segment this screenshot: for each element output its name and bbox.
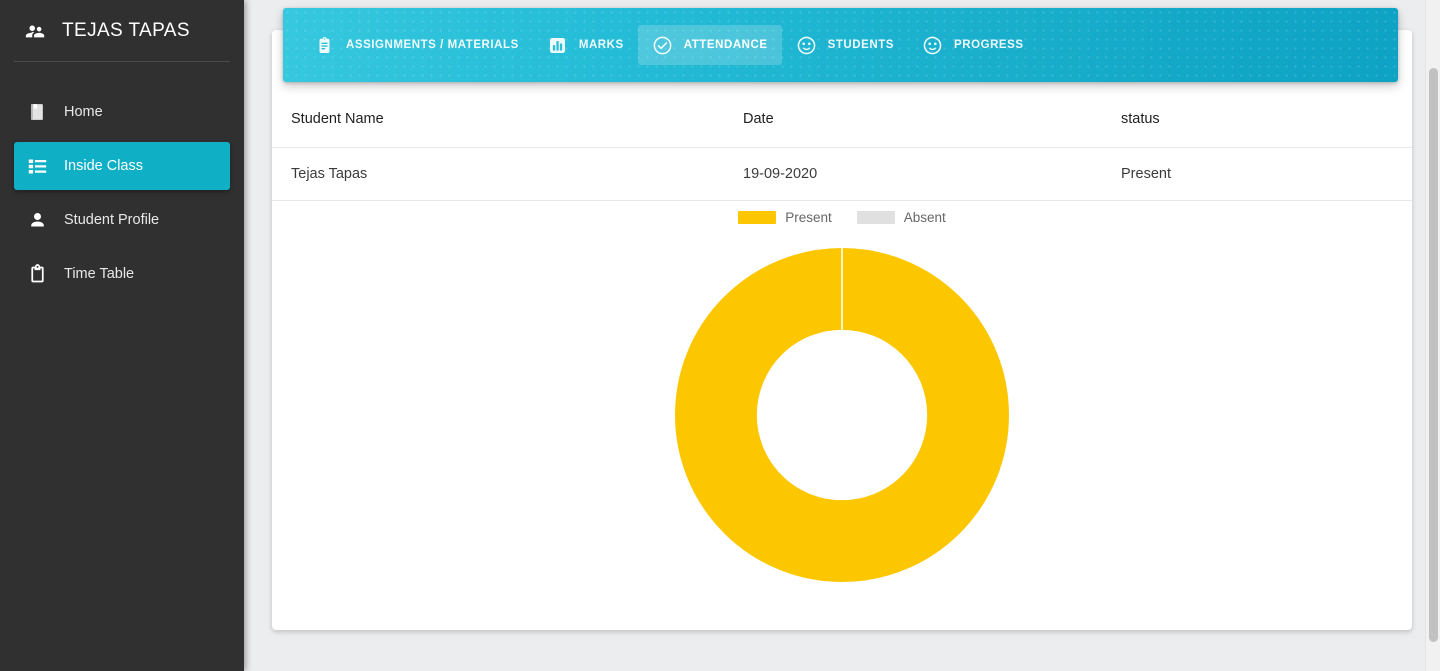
attendance-table: Student Name Date status Tejas Tapas 19-…	[272, 90, 1412, 201]
sidebar-item-home[interactable]: Home	[14, 88, 230, 136]
sidebar: TEJAS TAPAS Home Inside Class Student Pr…	[0, 0, 244, 671]
sidebar-item-label: Home	[64, 104, 103, 120]
column-header-date: Date	[743, 110, 774, 127]
page-scrollbar[interactable]	[1425, 0, 1440, 671]
sidebar-item-label: Time Table	[64, 266, 135, 282]
section-tabs: ASSIGNMENTS / MATERIALS MARKS ATTENDANCE…	[283, 8, 1398, 82]
column-header-student-name: Student Name	[291, 110, 384, 127]
tab-students[interactable]: STUDENTS	[782, 25, 908, 65]
bookmark-icon	[26, 101, 48, 123]
scrollbar-thumb[interactable]	[1429, 68, 1438, 642]
face-icon	[796, 35, 817, 56]
tab-attendance[interactable]: ATTENDANCE	[637, 25, 782, 65]
cell-status: Present	[1121, 166, 1171, 182]
list-icon	[26, 155, 48, 177]
legend-label-absent: Absent	[903, 209, 946, 225]
legend-label-present: Present	[785, 209, 832, 225]
tab-label: ASSIGNMENTS / MATERIALS	[346, 39, 519, 51]
clipboard-icon	[26, 263, 48, 285]
check-circle-icon	[652, 35, 673, 56]
table-header-row: Student Name Date status	[272, 90, 1412, 148]
legend-swatch-absent	[856, 210, 895, 224]
cell-date: 19-09-2020	[743, 166, 818, 182]
sidebar-item-label: Inside Class	[64, 158, 143, 174]
main-content: Student Name Date status Tejas Tapas 19-…	[244, 0, 1440, 671]
chart-legend: Present Absent	[272, 202, 1412, 232]
person-icon	[26, 209, 48, 231]
sidebar-brand: TEJAS TAPAS	[0, 0, 244, 61]
tab-marks[interactable]: MARKS	[533, 25, 638, 65]
bar-chart-icon	[547, 35, 568, 56]
tab-progress[interactable]: PROGRESS	[908, 25, 1038, 65]
sidebar-nav: Home Inside Class Student Profile Time T…	[0, 62, 244, 298]
cell-student-name: Tejas Tapas	[291, 166, 368, 182]
attendance-chart: Present Absent	[272, 202, 1412, 622]
sidebar-item-inside-class[interactable]: Inside Class	[14, 142, 230, 190]
tab-label: STUDENTS	[827, 39, 894, 51]
sidebar-item-time-table[interactable]: Time Table	[14, 250, 230, 298]
tab-label: PROGRESS	[954, 39, 1024, 51]
legend-swatch-present	[738, 210, 777, 224]
attendance-card: Student Name Date status Tejas Tapas 19-…	[272, 30, 1412, 630]
legend-entry-present[interactable]: Present	[738, 210, 832, 225]
column-header-status: status	[1121, 110, 1160, 127]
tab-label: ATTENDANCE	[683, 39, 768, 51]
brand-title: TEJAS TAPAS	[62, 19, 190, 41]
clipboard-list-icon	[314, 35, 335, 56]
sidebar-item-student-profile[interactable]: Student Profile	[14, 196, 230, 244]
sidebar-item-label: Student Profile	[64, 212, 160, 228]
donut-chart[interactable]	[675, 248, 1009, 582]
tab-assignments-materials[interactable]: ASSIGNMENTS / MATERIALS	[300, 25, 533, 65]
group-people-icon	[24, 20, 46, 42]
donut-chart-svg	[675, 248, 1009, 582]
table-row[interactable]: Tejas Tapas 19-09-2020 Present	[272, 148, 1412, 201]
legend-entry-absent[interactable]: Absent	[856, 209, 946, 225]
face-icon	[922, 35, 943, 56]
tab-label: MARKS	[578, 39, 624, 51]
